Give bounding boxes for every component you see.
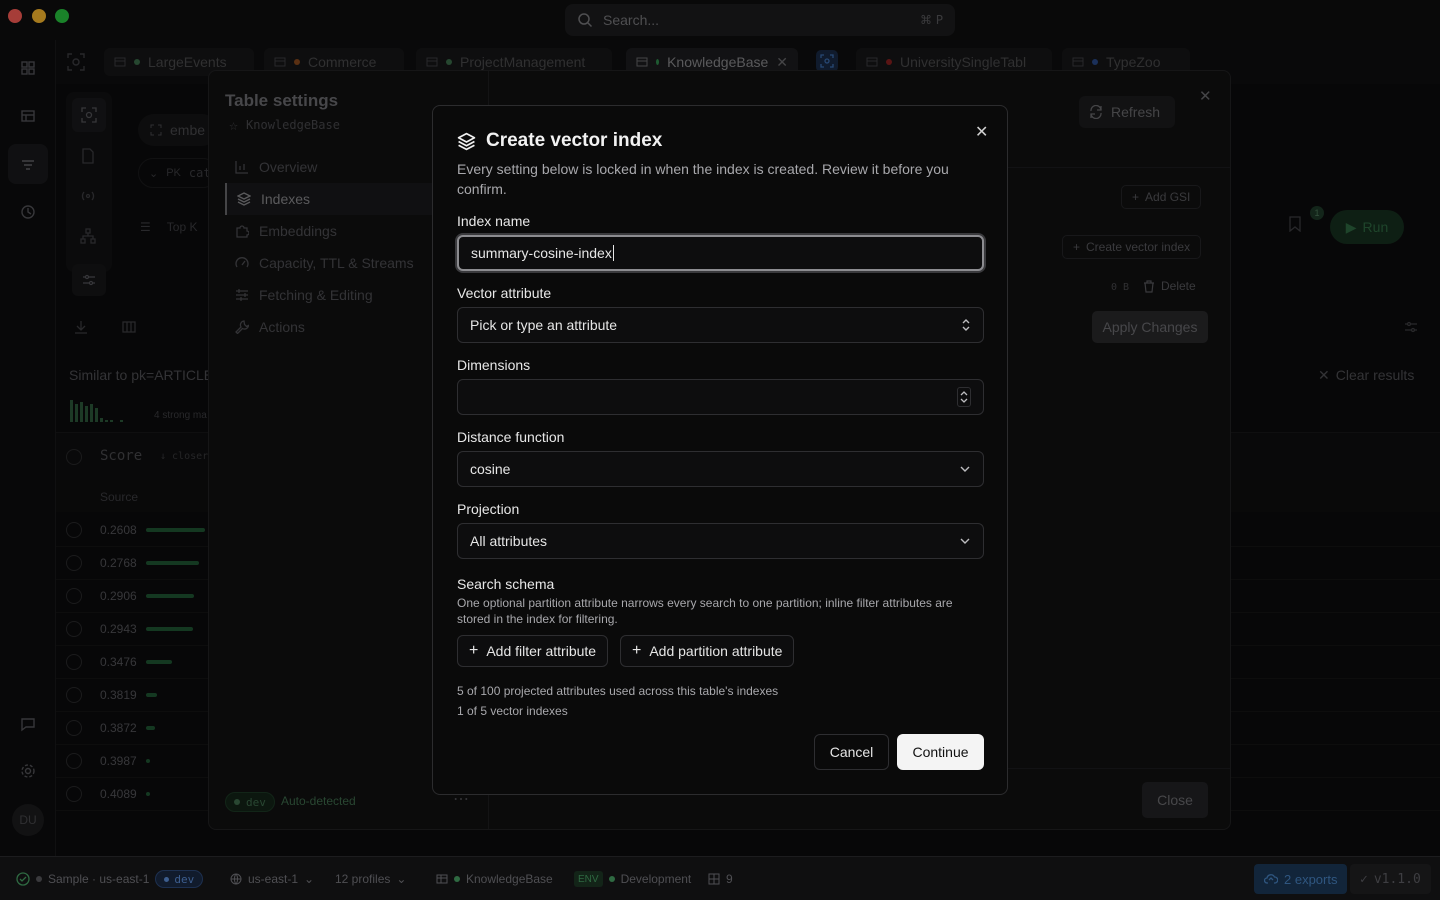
vector-attribute-label: Vector attribute bbox=[457, 285, 552, 301]
create-vector-index-dialog: Create vector index ✕ Every setting belo… bbox=[432, 105, 1008, 795]
region-selector[interactable]: us-east-1 ⌄ bbox=[222, 867, 322, 891]
add-filter-attribute-label: Add filter attribute bbox=[486, 643, 597, 659]
projected-attributes-usage: 5 of 100 projected attributes used acros… bbox=[457, 684, 779, 698]
vector-attribute-placeholder: Pick or type an attribute bbox=[470, 317, 618, 333]
connection-label: Sample · us-east-1 bbox=[48, 872, 150, 886]
number-stepper-icon[interactable] bbox=[957, 387, 971, 407]
profiles-selector[interactable]: 12 profiles ⌄ bbox=[327, 867, 414, 891]
index-name-value: summary-cosine-index bbox=[471, 245, 612, 261]
projection-value: All attributes bbox=[470, 533, 548, 549]
status-bar: Sample · us-east-1 dev us-east-1 ⌄ 12 pr… bbox=[0, 856, 1440, 900]
projection-label: Projection bbox=[457, 501, 520, 517]
dialog-header: Create vector index bbox=[457, 130, 662, 152]
env-tag: ENV bbox=[574, 871, 603, 887]
exports-button[interactable]: 2 exports bbox=[1254, 864, 1348, 894]
add-filter-attribute-button[interactable]: + Add filter attribute bbox=[457, 635, 609, 667]
env-badge: dev bbox=[155, 870, 204, 888]
index-count[interactable]: 9 bbox=[700, 867, 741, 891]
globe-icon bbox=[230, 873, 242, 885]
environment-label: Development bbox=[620, 872, 692, 886]
profiles-label: 12 profiles bbox=[335, 872, 391, 886]
chevron-down-icon: ⌄ bbox=[304, 872, 315, 886]
add-partition-attribute-button[interactable]: + Add partition attribute bbox=[620, 635, 795, 667]
version-indicator[interactable]: ✓ v1.1.0 bbox=[1350, 864, 1431, 894]
dialog-title: Create vector index bbox=[486, 130, 663, 151]
connection-status[interactable]: Sample · us-east-1 dev bbox=[8, 867, 211, 891]
distance-function-label: Distance function bbox=[457, 429, 565, 445]
text-cursor bbox=[612, 245, 614, 261]
chevron-up-down-icon bbox=[961, 318, 971, 332]
table-status-dot bbox=[454, 876, 460, 882]
dimensions-label: Dimensions bbox=[457, 357, 531, 373]
status-dot bbox=[36, 876, 42, 882]
environment-indicator[interactable]: ENV Development bbox=[566, 867, 699, 891]
check-circle-icon bbox=[16, 872, 30, 886]
add-partition-attribute-label: Add partition attribute bbox=[649, 643, 783, 659]
distance-function-value: cosine bbox=[470, 461, 511, 477]
table-icon bbox=[436, 873, 448, 885]
index-count-label: 9 bbox=[726, 872, 733, 886]
check-icon: ✓ bbox=[1360, 871, 1368, 887]
exports-label: 2 exports bbox=[1284, 871, 1338, 887]
table-label: KnowledgeBase bbox=[466, 872, 553, 886]
chevron-down-icon: ⌄ bbox=[396, 872, 407, 886]
plus-icon: + bbox=[469, 642, 479, 659]
active-table-indicator[interactable]: KnowledgeBase bbox=[428, 867, 561, 891]
env-badge-label: dev bbox=[174, 872, 195, 886]
cloud-icon bbox=[1264, 873, 1278, 885]
search-schema-label: Search schema bbox=[457, 576, 555, 592]
region-label: us-east-1 bbox=[248, 872, 299, 886]
chevron-down-icon bbox=[959, 537, 971, 545]
plus-icon: + bbox=[632, 642, 642, 659]
vector-attribute-combobox[interactable]: Pick or type an attribute bbox=[457, 307, 984, 343]
dialog-description: Every setting below is locked in when th… bbox=[457, 161, 949, 197]
environment-dot bbox=[608, 876, 615, 882]
dimensions-input[interactable] bbox=[457, 379, 984, 415]
close-dialog-icon[interactable]: ✕ bbox=[975, 122, 988, 142]
vector-indexes-usage: 1 of 5 vector indexes bbox=[457, 704, 568, 718]
continue-button[interactable]: Continue bbox=[897, 734, 984, 770]
grid-icon bbox=[708, 873, 720, 885]
cancel-button[interactable]: Cancel bbox=[814, 734, 889, 770]
index-name-input[interactable]: summary-cosine-index bbox=[457, 235, 984, 271]
search-schema-help: One optional partition attribute narrows… bbox=[457, 596, 953, 626]
chevron-down-icon bbox=[959, 465, 971, 473]
index-name-label: Index name bbox=[457, 213, 531, 229]
layers-icon bbox=[457, 132, 476, 151]
distance-function-select[interactable]: cosine bbox=[457, 451, 984, 487]
projection-select[interactable]: All attributes bbox=[457, 523, 984, 559]
version-label: v1.1.0 bbox=[1373, 871, 1421, 887]
env-dot bbox=[164, 876, 170, 882]
